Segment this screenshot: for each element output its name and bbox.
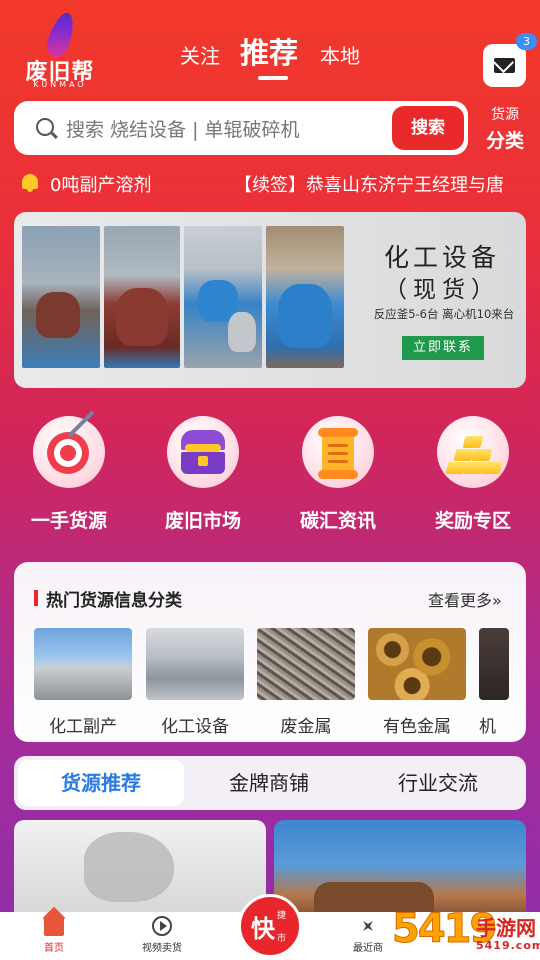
category-image [368,628,466,700]
category-label-top: 货源 [491,107,519,123]
contact-now-button[interactable]: 立即联系 [402,336,484,360]
nav-label: 首页 [44,943,64,954]
hot-category-title: 热门货源信息分类 [46,591,182,611]
quick-market-button[interactable]: 快 捷 市 [238,894,302,958]
nav-label: 最近商 [353,943,383,954]
search-bar[interactable]: 搜索 烧结设备 | 单辊破碎机 搜索 [14,101,468,155]
category-image [479,628,509,700]
view-more-link[interactable]: 查看更多» [428,587,502,611]
quick-entry-label: 奖励专区 [434,510,511,532]
app-logo: 废旧帮 KUNMAO [16,9,100,90]
quick-entry-first-hand[interactable]: 一手货源 [14,410,124,533]
tab-industry-exchange[interactable]: 行业交流 [354,760,522,806]
category-machinery[interactable]: 机 [479,628,509,737]
center-button-text: 快 [251,915,275,943]
equipment-photo [184,226,262,368]
tab-recommend[interactable]: 推荐 [240,30,298,72]
nav-home[interactable]: 首页 [14,916,94,954]
gold-bars-icon [437,416,509,488]
category-nonferrous-metal[interactable]: 有色金属 [368,628,466,737]
nav-video-selling[interactable]: 视频卖货 [122,916,202,954]
treasure-chest-icon [167,416,239,488]
play-icon [152,916,172,936]
scroll-icon [302,416,374,488]
equipment-photo [22,226,100,368]
quick-entry-label: 一手货源 [30,510,107,532]
category-label-bottom: 分类 [485,130,524,152]
center-button-text: 捷 [277,911,287,921]
category-label: 化工副产 [49,717,117,737]
quick-entry-used-market[interactable]: 废旧市场 [148,416,258,533]
bell-icon [20,172,40,192]
quick-entry-grid: 一手货源 废旧市场 碳汇资讯 奖励专区 [0,410,540,536]
sparkle-icon [358,916,378,936]
watermark-site: 5419.com [476,939,540,952]
category-image [34,628,132,700]
app-header: 废旧帮 KUNMAO 关注 推荐 本地 3 [0,0,540,100]
ticker-item[interactable]: 【续签】恭喜山东济宁王经理与唐 [234,171,504,197]
tab-local[interactable]: 本地 [320,40,360,69]
quick-entry-label: 碳汇资讯 [299,510,376,532]
category-label: 化工设备 [161,717,229,737]
category-image [146,628,244,700]
feather-logo-icon [43,9,79,61]
section-marker [34,590,38,606]
category-label: 废金属 [280,717,332,737]
message-button[interactable] [483,44,526,87]
product-image [84,832,174,902]
banner-description: 反应釜5-6台 离心机10来台 [373,307,515,321]
envelope-icon [494,58,515,73]
nav-recent[interactable]: 最近商 [338,916,398,954]
equipment-photo [266,226,344,368]
banner-title: 化工设备 [383,243,500,272]
category-chemical-byproduct[interactable]: 化工副产 [34,628,132,737]
hot-category-card: 热门货源信息分类 查看更多» 化工副产 化工设备 废金属 有色金属 机 [14,562,526,742]
search-icon [36,118,54,136]
search-button[interactable]: 搜索 [392,106,464,150]
category-button[interactable]: 货源 分类 [476,104,534,153]
home-icon [44,916,64,936]
banner-subtitle: （现货） [384,277,500,303]
ticker-item[interactable]: 0吨副产溶剂 [50,171,151,197]
product-card[interactable] [274,820,526,920]
site-watermark: 5419 手游网 5419.com [391,906,540,960]
announcement-ticker[interactable]: 0吨副产溶剂 【续签】恭喜山东济宁王经理与唐 [20,166,524,200]
watermark-text: 手游网 [476,916,536,940]
category-label: 机 [479,717,496,737]
quick-entry-label: 废旧市场 [164,510,241,532]
tab-follow[interactable]: 关注 [180,40,220,69]
equipment-photo [104,226,180,368]
category-label: 有色金属 [383,717,451,737]
logo-subtext: KUNMAO [33,80,87,89]
category-chemical-equipment[interactable]: 化工设备 [146,628,244,737]
quick-entry-rewards[interactable]: 奖励专区 [418,416,528,533]
promo-banner[interactable]: 化工设备 （现货） 反应釜5-6台 离心机10来台 立即联系 [14,212,526,388]
tab-gold-shops[interactable]: 金牌商铺 [186,760,352,806]
category-scrap-metal[interactable]: 废金属 [257,628,355,737]
target-icon [33,410,105,488]
tab-source-recommend[interactable]: 货源推荐 [18,760,184,806]
center-button-text: 市 [277,934,287,944]
quick-entry-carbon-news[interactable]: 碳汇资讯 [283,416,393,533]
active-tab-indicator [258,76,288,80]
message-count-badge: 3 [516,33,537,50]
content-tabs: 货源推荐 金牌商铺 行业交流 [14,756,526,810]
search-input[interactable]: 搜索 烧结设备 | 单辊破碎机 [66,115,300,142]
category-image [257,628,355,700]
product-card[interactable] [14,820,266,920]
nav-label: 视频卖货 [142,943,182,954]
